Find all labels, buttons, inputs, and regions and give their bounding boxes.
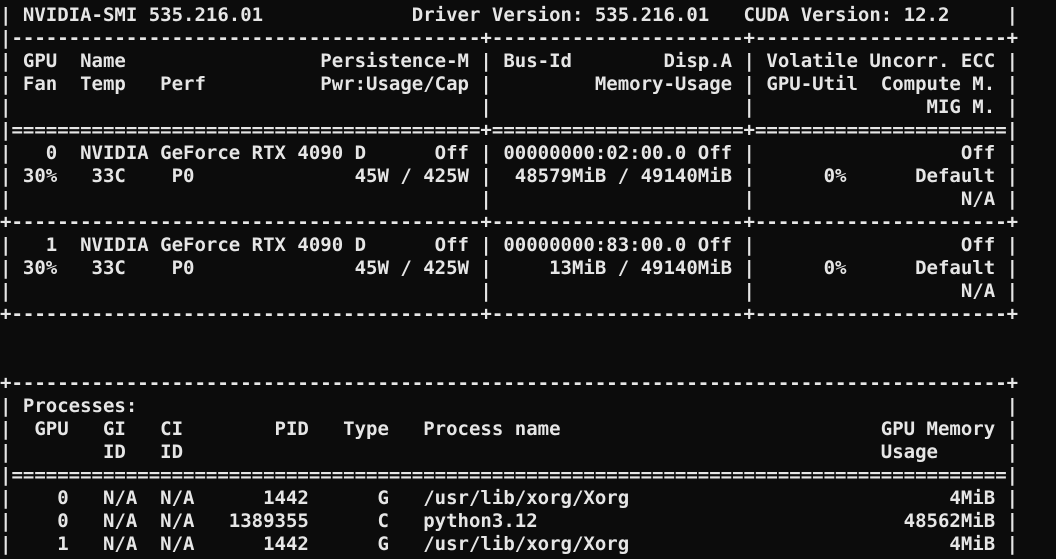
process-row: | 0 N/A N/A 1389355 C python3.12 48562Mi… [0,510,1019,532]
process-row: | 0 N/A N/A 1442 G /usr/lib/xorg/Xorg 4M… [0,487,1019,509]
gpu-0-row-2: | 30% 33C P0 45W / 425W | 48579MiB / 491… [0,165,1019,187]
table-separator: |=======================================… [0,464,1019,486]
gpu-table-header-row-3: | | | MIG M. | [0,96,1019,118]
gpu-0-row-3: | | | N/A | [0,188,1019,210]
gpu-0-row-1: | 0 NVIDIA GeForce RTX 4090 D Off | 0000… [0,142,1019,164]
table-separator: |=======================================… [0,119,1019,141]
gpu-1-row-1: | 1 NVIDIA GeForce RTX 4090 D Off | 0000… [0,234,1019,256]
table-border: |---------------------------------------… [0,27,1019,49]
process-row: | 1 N/A N/A 1442 G /usr/lib/xorg/Xorg 4M… [0,533,1019,555]
gpu-table-header-row-1: | GPU Name Persistence-M | Bus-Id Disp.A… [0,50,1019,72]
table-border: +---------------------------------------… [0,372,1019,394]
gpu-table-header-row-2: | Fan Temp Perf Pwr:Usage/Cap | Memory-U… [0,73,1019,95]
processes-header-row-1: | GPU GI CI PID Type Process name GPU Me… [0,418,1019,440]
gpu-1-row-2: | 30% 33C P0 45W / 425W | 13MiB / 49140M… [0,257,1019,279]
terminal-output[interactable]: | NVIDIA-SMI 535.216.01 Driver Version: … [0,0,1056,559]
processes-header-row-2: | ID ID Usage | [0,441,1019,463]
processes-title: | Processes: | [0,395,1019,417]
gpu-1-row-3: | | | N/A | [0,280,1019,302]
header-version-line: | NVIDIA-SMI 535.216.01 Driver Version: … [0,4,1019,26]
table-border: +---------------------------------------… [0,303,1019,325]
table-border: +---------------------------------------… [0,211,1019,233]
